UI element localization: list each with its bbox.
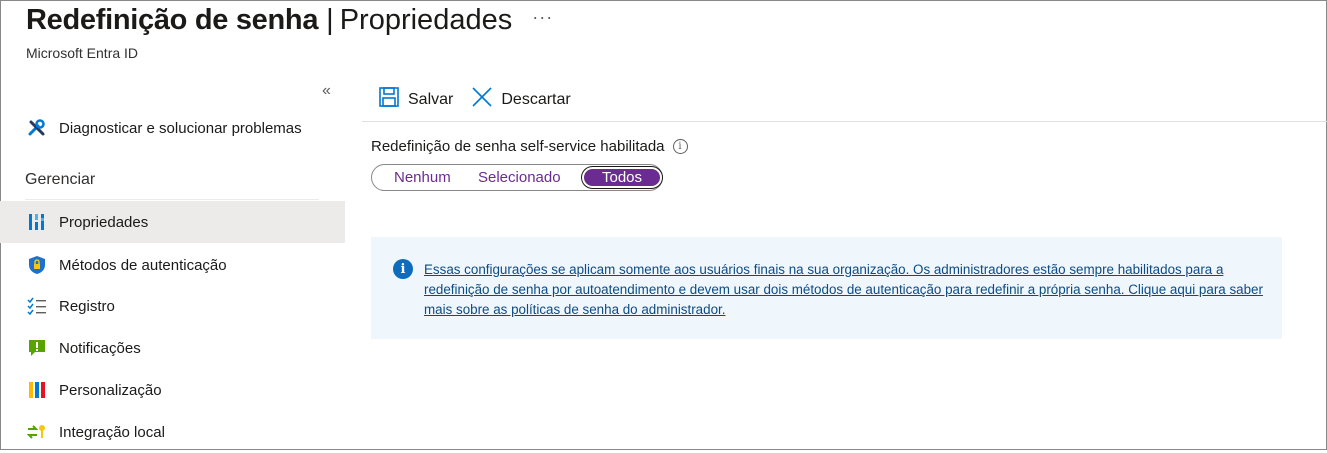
shield-icon: [27, 255, 47, 275]
more-options-button[interactable]: ···: [532, 7, 553, 28]
sidebar-item-registration[interactable]: Registro: [0, 285, 345, 327]
sspr-option-toggle: Nenhum Selecionado Todos: [371, 164, 663, 191]
page-title: Redefinição de senha: [26, 4, 319, 36]
info-banner: i Essas configurações se aplicam somente…: [371, 237, 1282, 339]
sidebar-item-properties[interactable]: Propriedades: [0, 201, 345, 243]
checklist-icon: [27, 296, 47, 316]
service-name: Microsoft Entra ID: [26, 45, 139, 61]
collapse-sidebar-button[interactable]: «: [322, 82, 331, 100]
sync-key-icon: [27, 422, 47, 442]
sspr-enabled-label: Redefinição de senha self-service habili…: [371, 138, 688, 155]
sidebar-item-diagnose[interactable]: Diagnosticar e solucionar problemas: [0, 107, 345, 149]
admin-password-policy-link[interactable]: Essas configurações se aplicam somente a…: [424, 262, 1263, 317]
notification-icon: [27, 338, 47, 358]
page-subtitle-properties: Propriedades: [339, 4, 513, 36]
sidebar-item-label: Notificações: [59, 339, 141, 357]
info-circle-icon: i: [393, 259, 413, 279]
sidebar-item-on-premises-integration[interactable]: Integração local: [0, 411, 345, 453]
close-icon: [471, 86, 501, 113]
banner-message: Essas configurações se aplicam somente a…: [424, 260, 1264, 320]
sspr-label-text: Redefinição de senha self-service habili…: [371, 138, 665, 155]
sidebar-item-label: Diagnosticar e solucionar problemas: [59, 119, 302, 137]
sidebar-item-label: Métodos de autenticação: [59, 256, 227, 274]
title-separator: |: [326, 4, 334, 36]
tools-icon: [27, 118, 47, 138]
properties-icon: [27, 212, 47, 232]
info-icon[interactable]: i: [672, 139, 688, 154]
save-label: Salvar: [408, 90, 454, 108]
page-header: Redefinição de senha | Propriedades ···: [26, 4, 553, 37]
section-divider: [25, 199, 319, 200]
save-button[interactable]: Salvar: [378, 86, 453, 113]
sidebar-item-label: Registro: [59, 297, 115, 315]
discard-label: Descartar: [501, 90, 571, 108]
option-selected[interactable]: Selecionado: [478, 165, 561, 190]
discard-button[interactable]: Descartar: [471, 86, 571, 113]
command-bar: Salvar Descartar: [378, 86, 589, 113]
option-none[interactable]: Nenhum: [394, 165, 451, 190]
sidebar-item-label: Integração local: [59, 423, 165, 441]
section-heading-manage: Gerenciar: [25, 171, 96, 188]
toolbar-divider: [362, 121, 1327, 122]
customization-icon: [27, 380, 47, 400]
sidebar-item-auth-methods[interactable]: Métodos de autenticação: [0, 244, 345, 286]
sidebar-item-customization[interactable]: Personalização: [0, 369, 345, 411]
sidebar-item-notifications[interactable]: Notificações: [0, 327, 345, 369]
save-icon: [378, 86, 408, 113]
sidebar-item-label: Personalização: [59, 381, 162, 399]
sidebar-item-label: Propriedades: [59, 213, 149, 231]
option-all[interactable]: Todos: [582, 167, 662, 188]
